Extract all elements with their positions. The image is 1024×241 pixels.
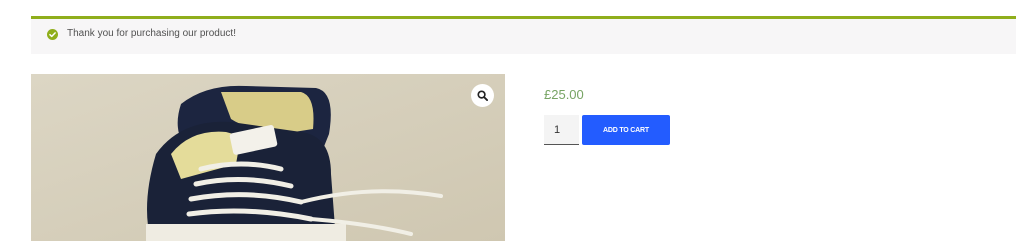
notice-message: Thank you for purchasing our product! <box>67 28 236 39</box>
product-price: £25.00 <box>544 87 584 102</box>
magnifier-icon <box>477 90 488 101</box>
sneaker-illustration <box>31 74 505 241</box>
zoom-button[interactable] <box>471 84 494 107</box>
add-to-cart-button[interactable]: ADD TO CART <box>582 115 670 145</box>
product-image[interactable] <box>31 74 505 241</box>
check-circle-icon <box>47 29 58 40</box>
quantity-input[interactable] <box>544 115 579 145</box>
purchase-notice: Thank you for purchasing our product! <box>31 16 1016 54</box>
